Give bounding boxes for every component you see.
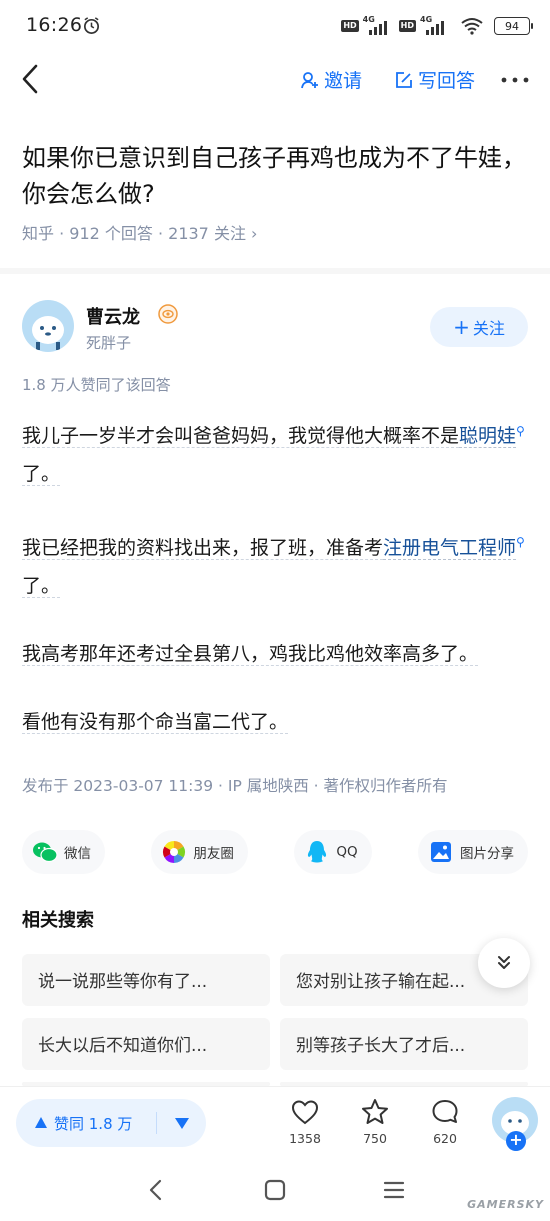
vote-pill: 赞同 1.8 万 xyxy=(16,1099,206,1147)
status-time: 16:26 xyxy=(26,14,83,36)
answer-text: 了。 xyxy=(22,463,61,487)
qq-icon xyxy=(304,839,330,865)
comment-button[interactable]: 620 xyxy=(415,1097,475,1146)
answer-text: 我儿子一岁半才会叫爸爸妈妈，我觉得他大概率不是 xyxy=(22,425,460,449)
share-image-button[interactable]: 图片分享 xyxy=(417,830,528,874)
status-bar: 16:26 HD 4G HD 4G 94 xyxy=(0,0,550,54)
write-answer-button[interactable]: 写回答 xyxy=(394,66,475,93)
related-title: 相关搜索 xyxy=(22,910,94,931)
answer-text: 了。 xyxy=(22,574,61,598)
system-nav-bar: GAMERSKY xyxy=(0,1160,550,1221)
like-count: 1358 xyxy=(289,1131,321,1146)
favorite-button[interactable]: 750 xyxy=(345,1097,405,1146)
search-icon: ⚲ xyxy=(516,535,525,550)
upvote-label: 赞同 1.8 万 xyxy=(54,1114,133,1133)
answer-paragraph-1: 我儿子一岁半才会叫爸爸妈妈，我觉得他大概率不是聪明娃⚲ 了。 xyxy=(22,412,528,493)
author-bio: 死胖子 xyxy=(86,334,132,352)
expand-button[interactable] xyxy=(478,938,530,988)
answer-paragraph-4: 看他有没有那个命当富二代了。 xyxy=(22,703,528,741)
triangle-up-icon xyxy=(35,1117,47,1128)
author-name[interactable]: 曹云龙 xyxy=(86,303,140,329)
share-label: 微信 xyxy=(64,846,91,862)
watermark: GAMERSKY xyxy=(467,1198,544,1211)
comment-icon xyxy=(432,1100,458,1123)
search-keyword-link[interactable]: 注册电气工程师 xyxy=(383,536,517,560)
wechat-icon xyxy=(32,839,58,865)
hd-badge-2: HD xyxy=(398,20,416,32)
favorite-count: 750 xyxy=(363,1131,387,1146)
answer-text: 我高考那年还考过全县第八，鸡我比鸡他效率高多了。 xyxy=(22,642,479,666)
section-divider xyxy=(0,268,550,274)
upvote-button[interactable]: 赞同 1.8 万 xyxy=(16,1113,156,1134)
star-icon xyxy=(362,1099,388,1124)
follow-label: 关注 xyxy=(472,319,505,338)
alarm-icon xyxy=(83,17,100,34)
downvote-button[interactable] xyxy=(157,1116,206,1130)
answer-paragraph-2: 我已经把我的资料找出来，报了班，准备考注册电气工程师⚲ 了。 xyxy=(22,523,528,604)
edit-icon xyxy=(396,71,412,88)
triangle-down-icon xyxy=(174,1118,189,1129)
system-back-icon[interactable] xyxy=(146,1178,166,1202)
double-chevron-down-icon xyxy=(498,956,510,969)
search-icon: ⚲ xyxy=(516,424,525,438)
bottom-action-bar: 赞同 1.8 万 1358 750 620 + xyxy=(0,1086,550,1160)
invite-icon xyxy=(301,71,318,88)
follow-button[interactable]: + 关注 xyxy=(430,307,528,347)
answer-paragraph-3: 我高考那年还考过全县第八，鸡我比鸡他效率高多了。 xyxy=(22,635,528,673)
plus-icon: + xyxy=(453,315,470,339)
share-row: 微信 朋友圈 QQ 图片分享 xyxy=(22,830,528,874)
search-keyword-link[interactable]: 聪明娃 xyxy=(459,425,517,449)
write-answer-label: 写回答 xyxy=(418,70,476,92)
hd-badge-1: HD xyxy=(341,20,359,32)
avatar-image xyxy=(32,316,64,350)
nav-bar: 邀请 写回答 xyxy=(0,56,550,102)
invite-button[interactable]: 邀请 xyxy=(300,66,362,93)
answer-text: 看他有没有那个命当富二代了。 xyxy=(22,710,289,734)
answer-footer: 发布于 2023-03-07 11:39 · IP 属地陕西 · 著作权归作者所… xyxy=(22,777,448,795)
share-moments-button[interactable]: 朋友圈 xyxy=(151,830,248,874)
system-menu-icon[interactable] xyxy=(382,1180,406,1200)
related-item[interactable]: 长大以后不知道你们... xyxy=(22,1018,270,1070)
heart-icon xyxy=(291,1100,319,1125)
share-wechat-button[interactable]: 微信 xyxy=(22,830,105,874)
related-item[interactable]: 别等孩子长大了才后... xyxy=(280,1018,528,1070)
more-icon[interactable] xyxy=(500,76,530,84)
share-qq-button[interactable]: QQ xyxy=(294,830,372,874)
moments-icon xyxy=(161,839,187,865)
vote-summary: 1.8 万人赞同了该回答 xyxy=(22,376,171,394)
question-title[interactable]: 如果你已意识到自己孩子再鸡也成为不了牛娃，你会怎么做? xyxy=(22,140,534,212)
share-label: 朋友圈 xyxy=(193,846,234,862)
back-icon[interactable] xyxy=(18,62,42,96)
comment-count: 620 xyxy=(433,1131,457,1146)
related-item[interactable]: 说一说那些等你有了... xyxy=(22,954,270,1006)
question-meta[interactable]: 知乎 · 912 个回答 · 2137 关注 › xyxy=(22,220,257,244)
signal-icon-2: 4G xyxy=(420,15,452,35)
image-share-icon xyxy=(428,839,454,865)
share-label: 图片分享 xyxy=(459,846,514,862)
like-button[interactable]: 1358 xyxy=(275,1097,335,1146)
signal-icon-1: 4G xyxy=(363,15,395,35)
system-home-icon[interactable] xyxy=(264,1179,286,1201)
answer-body: 我儿子一岁半才会叫爸爸妈妈，我觉得他大概率不是聪明娃⚲了。 我已经把我的资料找出… xyxy=(22,412,528,771)
author-avatar[interactable] xyxy=(22,300,74,352)
answer-text: 我已经把我的资料找出来，报了班，准备考 xyxy=(22,536,384,560)
badge-icon xyxy=(158,304,178,324)
battery-icon: 94 xyxy=(494,17,533,35)
share-label: QQ xyxy=(336,844,358,860)
add-icon[interactable]: + xyxy=(506,1131,526,1151)
status-icons: HD 4G HD 4G 94 xyxy=(341,15,533,36)
invite-label: 邀请 xyxy=(324,70,363,92)
wifi-icon xyxy=(461,18,483,35)
